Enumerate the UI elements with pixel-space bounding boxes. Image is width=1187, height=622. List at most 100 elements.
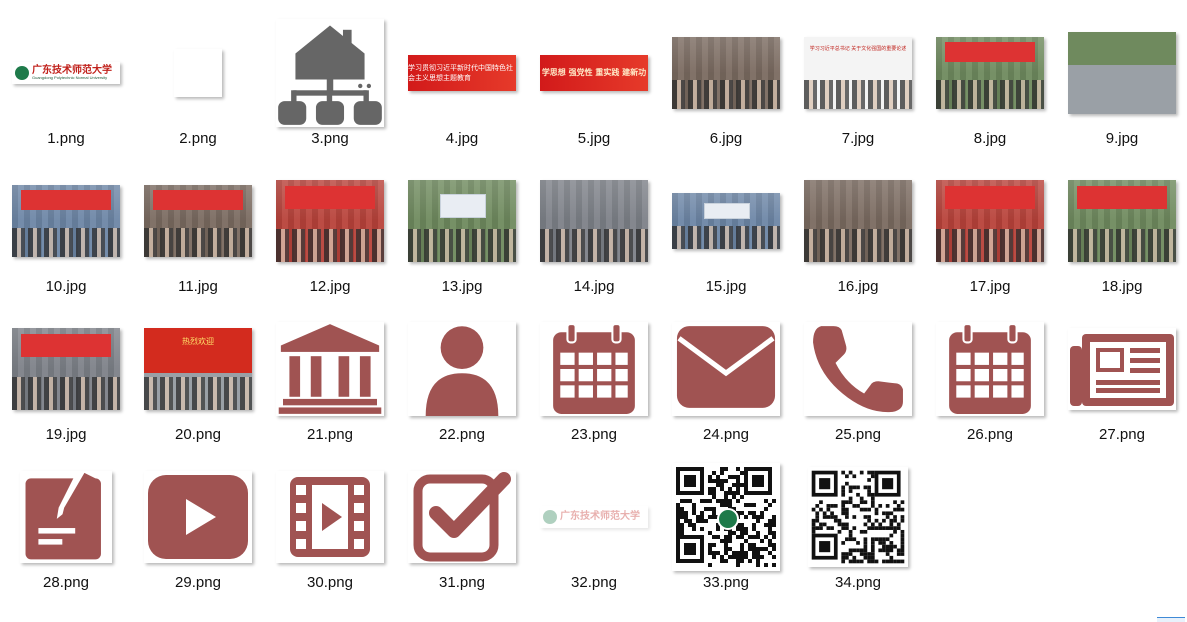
meeting-photo[interactable]	[12, 184, 120, 257]
file-thumbnail[interactable]	[408, 321, 516, 416]
envelope-icon	[674, 321, 778, 416]
file-item[interactable]: 18.jpg	[1056, 148, 1187, 296]
file-item[interactable]: 学习贯彻习近平新时代中国特色社会主义思想主题教育 4.jpg	[396, 0, 528, 148]
file-item[interactable]: 学思想 强党性 重实践 建新功 5.jpg	[528, 0, 660, 148]
file-item[interactable]: 24.png	[660, 296, 792, 444]
meeting-photo[interactable]	[144, 184, 252, 257]
file-name-label: 32.png	[571, 574, 617, 591]
file-item[interactable]: 9.jpg	[1056, 0, 1187, 148]
file-name-label: 21.png	[307, 426, 353, 443]
thumbnail-area	[402, 312, 522, 425]
file-thumbnail[interactable]	[936, 321, 1044, 416]
file-item[interactable]: 16.jpg	[792, 148, 924, 296]
thumbnail-area	[138, 164, 258, 277]
file-item[interactable]: 25.png	[792, 296, 924, 444]
thumbnail-area	[930, 164, 1050, 277]
file-thumbnail[interactable]	[276, 18, 384, 127]
thumbnail-area	[798, 164, 918, 277]
meeting-photo[interactable]	[276, 179, 384, 262]
file-item[interactable]: 14.jpg	[528, 148, 660, 296]
file-item[interactable]: 22.png	[396, 296, 528, 444]
file-name-label: 2.png	[179, 130, 217, 147]
file-name-label: 9.jpg	[1105, 130, 1139, 147]
file-thumbnail[interactable]	[808, 466, 908, 567]
meeting-photo[interactable]	[936, 179, 1044, 262]
file-thumbnail[interactable]: 学习贯彻习近平新时代中国特色社会主义思想主题教育	[408, 54, 516, 91]
file-thumbnail[interactable]	[672, 462, 780, 571]
file-name-label: 8.jpg	[973, 130, 1007, 147]
file-item[interactable]: 26.png	[924, 296, 1056, 444]
file-item[interactable]: 广东技术师范大学 Guangdong Polytechnic Normal Uni…	[0, 0, 132, 148]
thumbnail-area	[666, 312, 786, 425]
file-thumbnail[interactable]	[144, 470, 252, 563]
group-photo[interactable]	[540, 179, 648, 262]
auditorium-photo[interactable]	[936, 36, 1044, 109]
file-thumbnail[interactable]	[408, 470, 516, 563]
auditorium-photo[interactable]	[1068, 179, 1176, 262]
file-grid: 广东技术师范大学 Guangdong Polytechnic Normal Uni…	[0, 0, 1187, 592]
phone-icon	[806, 321, 910, 416]
file-item[interactable]: 15.jpg	[660, 148, 792, 296]
file-item[interactable]: 8.jpg	[924, 0, 1056, 148]
file-item[interactable]: 29.png	[132, 444, 264, 592]
file-name-label: 20.png	[175, 426, 221, 443]
file-item[interactable]: 2.png	[132, 0, 264, 148]
file-name-label: 25.png	[835, 426, 881, 443]
file-item[interactable]: 19.jpg	[0, 296, 132, 444]
file-item[interactable]: 学习习近平总书记 关于文化强国的重要论述 7.jpg	[792, 0, 924, 148]
thumbnail-area	[6, 460, 126, 573]
file-item[interactable]: 广东技术师范大学 32.png	[528, 444, 660, 592]
thumbnail-area	[402, 460, 522, 573]
classroom-photo[interactable]	[408, 179, 516, 262]
group-photo[interactable]	[672, 36, 780, 109]
file-name-label: 6.jpg	[709, 130, 743, 147]
file-thumbnail[interactable]	[276, 321, 384, 416]
file-thumbnail[interactable]: 学思想 强党性 重实践 建新功	[540, 54, 648, 91]
file-name-label: 18.jpg	[1101, 278, 1143, 295]
thumbnail-area	[930, 16, 1050, 129]
classroom-photo[interactable]	[672, 192, 780, 249]
file-name-label: 31.png	[439, 574, 485, 591]
file-item[interactable]: 30.png	[264, 444, 396, 592]
meeting-photo[interactable]	[12, 327, 120, 410]
group-photo[interactable]	[804, 179, 912, 262]
file-item[interactable]: 11.jpg	[132, 148, 264, 296]
file-thumbnail[interactable]: 广东技术师范大学	[540, 505, 648, 528]
file-item[interactable]: 34.png	[792, 444, 924, 592]
file-item[interactable]: 热烈欢迎 20.png	[132, 296, 264, 444]
file-name-label: 23.png	[571, 426, 617, 443]
file-item[interactable]: 6.jpg	[660, 0, 792, 148]
file-thumbnail[interactable]	[672, 321, 780, 416]
file-item[interactable]: 3.png	[264, 0, 396, 148]
road-photo[interactable]	[1068, 31, 1176, 114]
file-item[interactable]: 27.png	[1056, 296, 1187, 444]
file-thumbnail[interactable]	[1068, 327, 1176, 410]
file-item[interactable]: 28.png	[0, 444, 132, 592]
file-thumbnail[interactable]: 广东技术师范大学 Guangdong Polytechnic Normal Uni…	[12, 61, 120, 84]
group-photo[interactable]: 热烈欢迎	[144, 327, 252, 410]
thumbnail-area: 学习习近平总书记 关于文化强国的重要论述	[798, 16, 918, 129]
file-item[interactable]: 21.png	[264, 296, 396, 444]
file-thumbnail[interactable]	[20, 470, 112, 563]
file-thumbnail[interactable]	[540, 321, 648, 416]
file-thumbnail[interactable]	[174, 48, 222, 97]
file-item[interactable]: 10.jpg	[0, 148, 132, 296]
thumbnail-area	[1062, 312, 1182, 425]
university-emblem-icon	[543, 509, 557, 524]
file-item[interactable]: 12.jpg	[264, 148, 396, 296]
file-item[interactable]: 33.png	[660, 444, 792, 592]
file-thumbnail[interactable]	[804, 321, 912, 416]
photo-caption: 学习习近平总书记 关于文化强国的重要论述	[809, 45, 907, 52]
file-item[interactable]: 13.jpg	[396, 148, 528, 296]
thumbnail-area	[6, 312, 126, 425]
file-name-label: 30.png	[307, 574, 353, 591]
file-item[interactable]: 31.png	[396, 444, 528, 592]
file-thumbnail[interactable]	[276, 470, 384, 563]
file-item[interactable]: 23.png	[528, 296, 660, 444]
film-icon	[276, 470, 384, 563]
file-item[interactable]: 17.jpg	[924, 148, 1056, 296]
file-name-label: 26.png	[967, 426, 1013, 443]
calendar-icon	[938, 321, 1042, 416]
speaker-photo[interactable]: 学习习近平总书记 关于文化强国的重要论述	[804, 36, 912, 109]
status-indicator	[1157, 617, 1185, 622]
